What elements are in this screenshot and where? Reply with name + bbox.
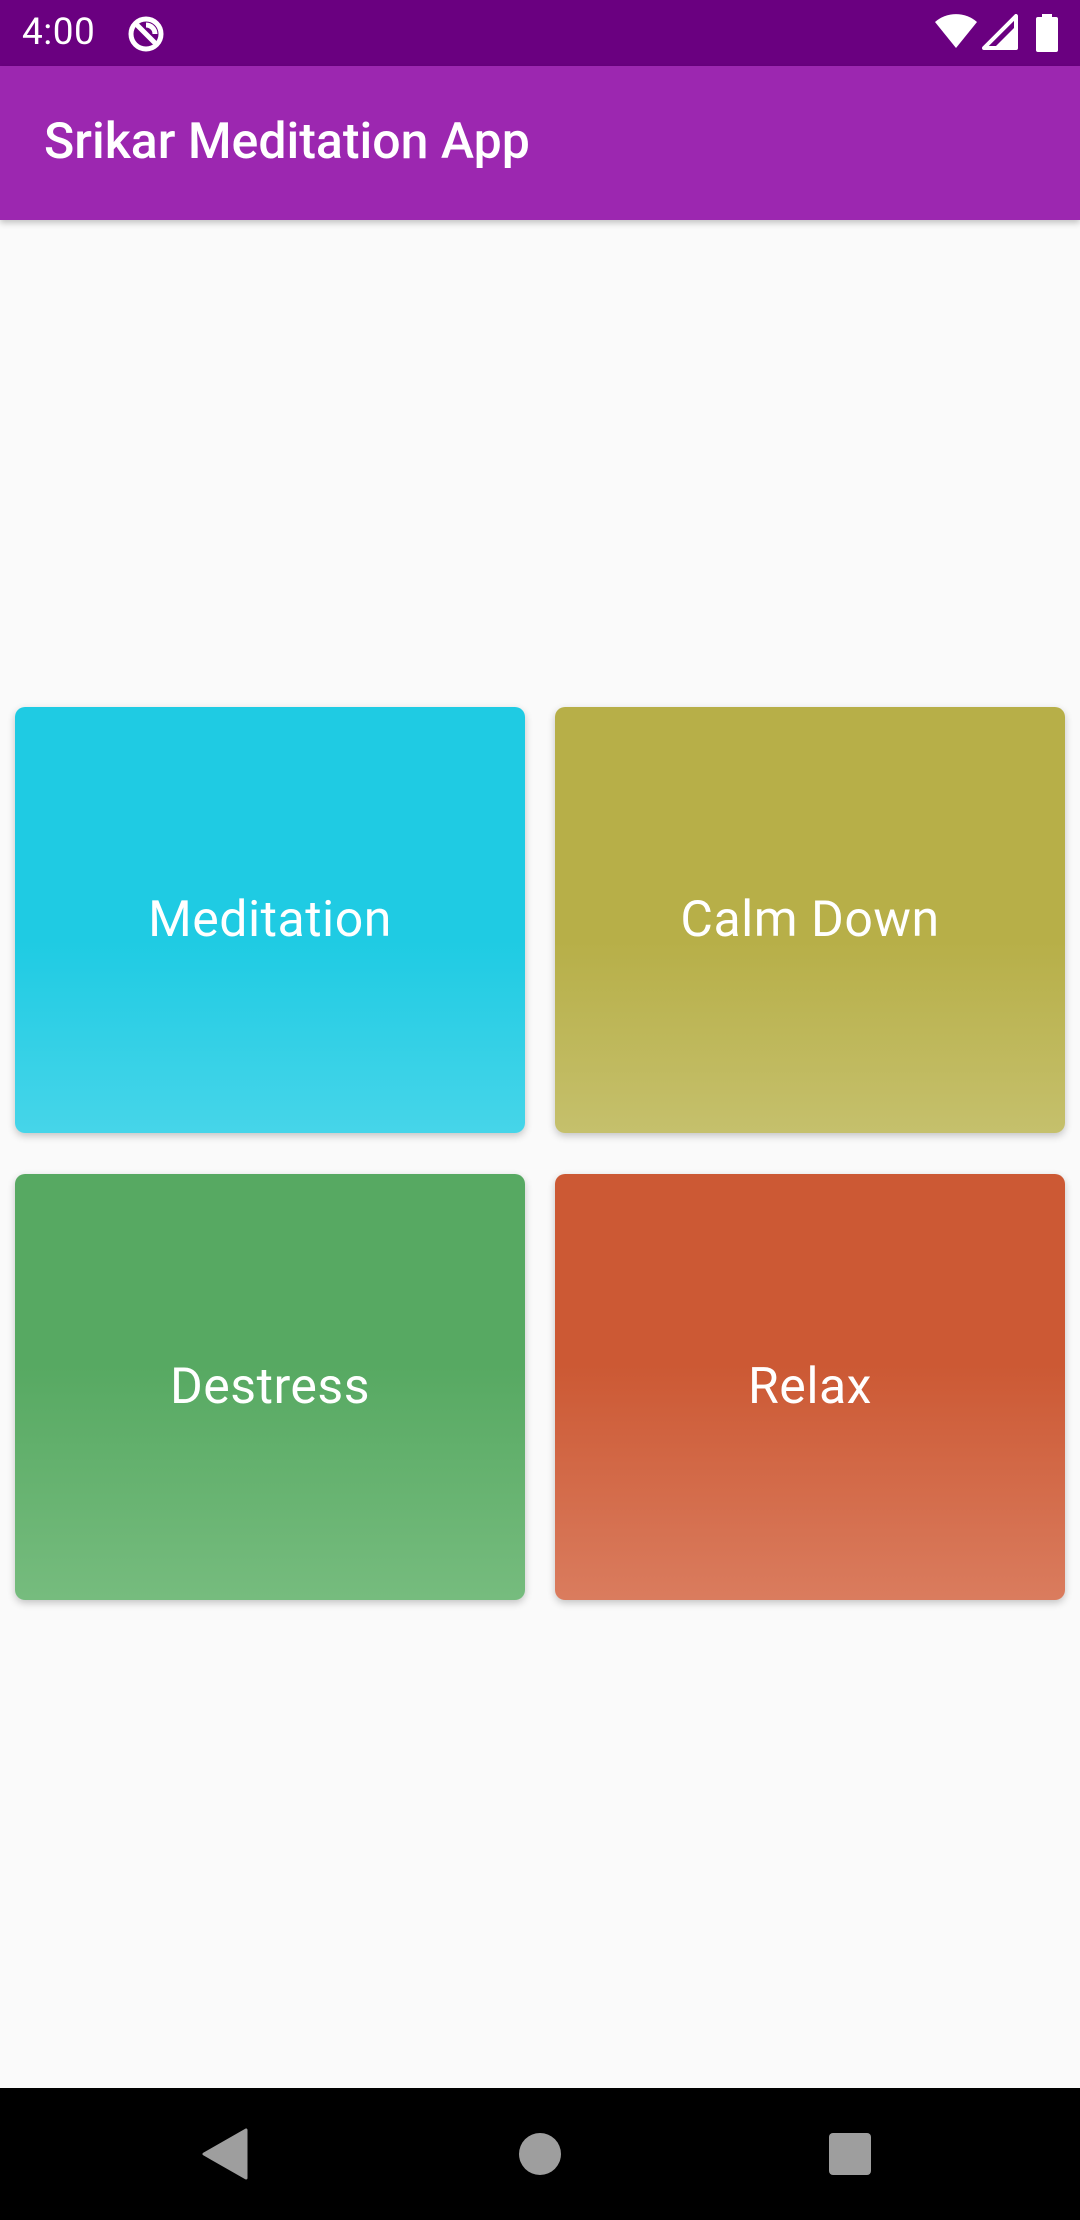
status-time: 4:00 <box>22 11 96 54</box>
tile-label: Meditation <box>148 891 392 949</box>
tile-grid: Meditation Calm Down Destress Relax <box>0 220 1080 2088</box>
meditation-tile[interactable]: Meditation <box>15 707 525 1133</box>
home-icon[interactable] <box>518 2132 562 2176</box>
destress-tile[interactable]: Destress <box>15 1174 525 1600</box>
back-icon[interactable] <box>202 2128 250 2180</box>
battery-icon <box>1036 14 1058 52</box>
app-bar: Srikar Meditation App <box>0 66 1080 220</box>
tile-label: Destress <box>169 1358 371 1416</box>
status-bar: 4:00 <box>0 0 1080 66</box>
app-title: Srikar Meditation App <box>44 113 530 171</box>
app-notification-icon <box>128 16 164 52</box>
wifi-icon <box>935 14 977 48</box>
cell-signal-icon <box>982 14 1018 50</box>
relax-tile[interactable]: Relax <box>555 1174 1065 1600</box>
tile-label: Relax <box>748 1358 872 1416</box>
recents-icon[interactable] <box>828 2132 872 2176</box>
navigation-bar <box>0 2088 1080 2220</box>
tile-label: Calm Down <box>680 891 940 949</box>
calm-down-tile[interactable]: Calm Down <box>555 707 1065 1133</box>
